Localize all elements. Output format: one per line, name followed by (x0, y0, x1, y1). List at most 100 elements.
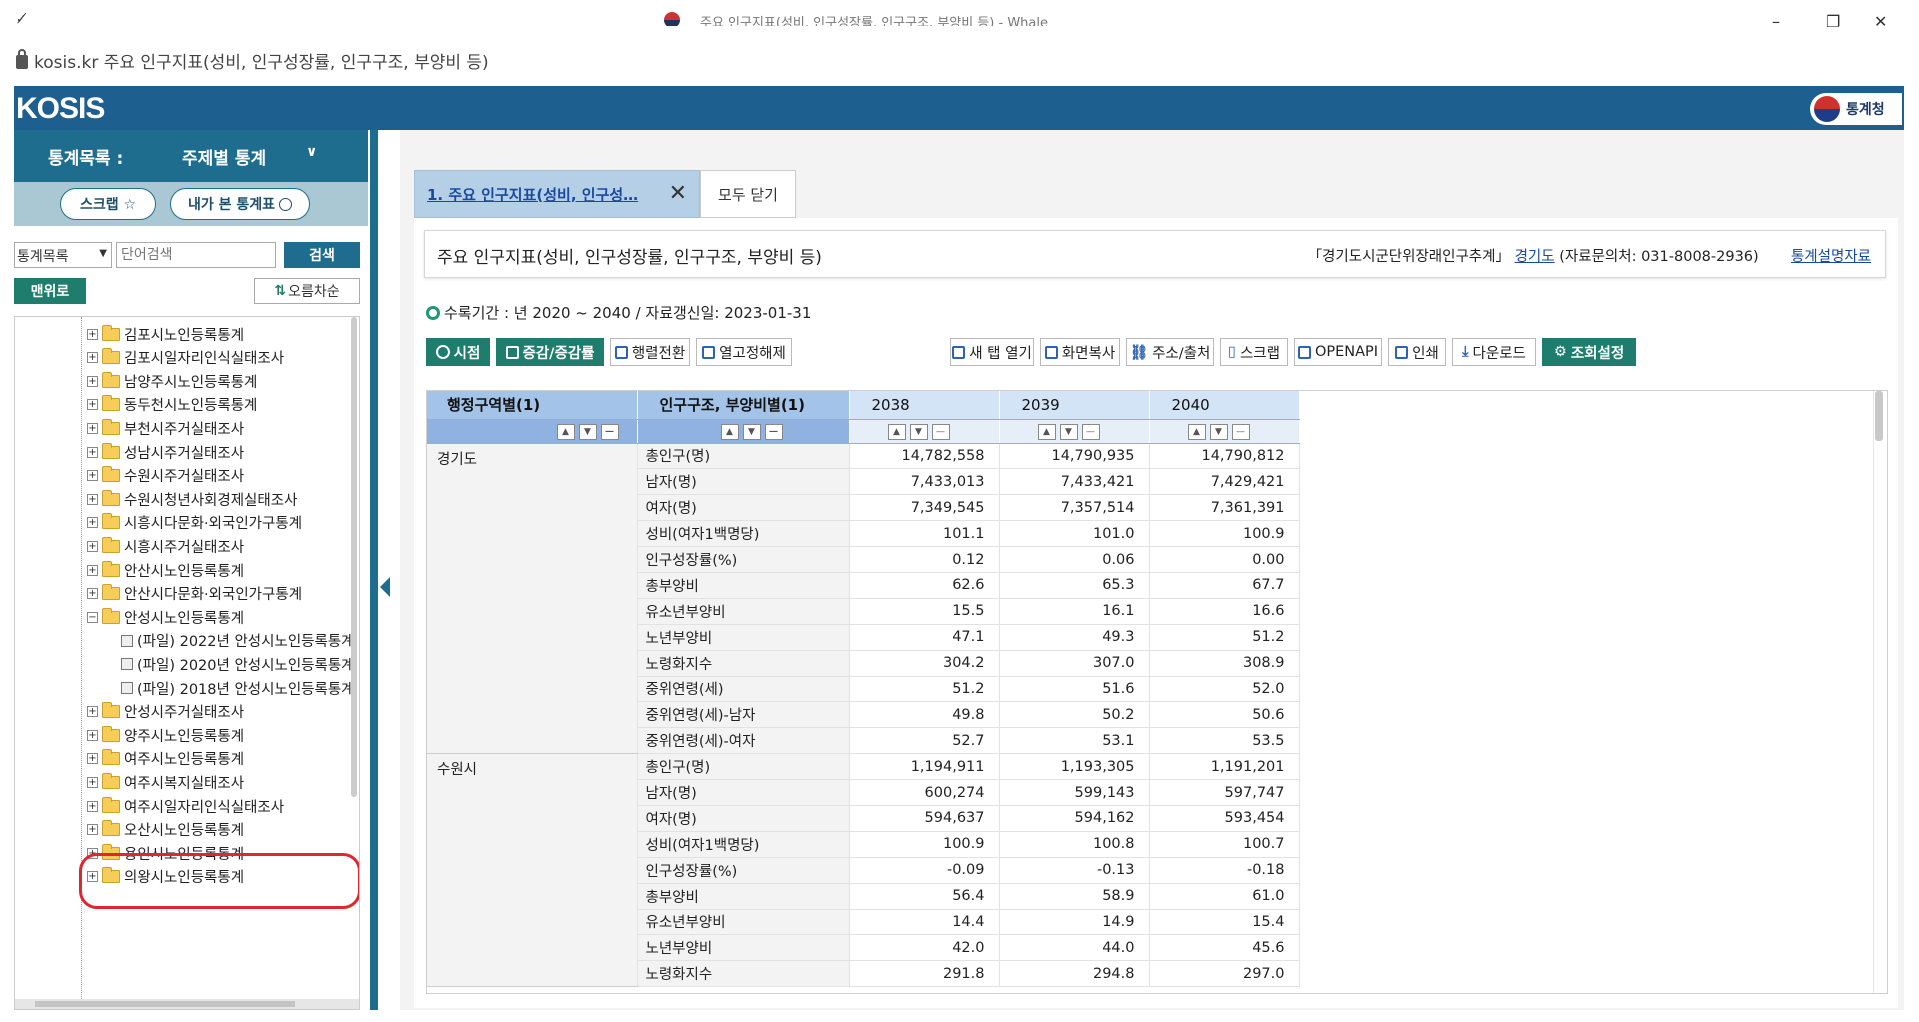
scrap-button[interactable]: 스크랩 ☆ (60, 188, 156, 220)
expand-icon[interactable]: + (87, 824, 98, 836)
tree-file[interactable]: (파일) 2020년 안성시노인등록통계 (121, 653, 355, 675)
tree-folder[interactable]: + 여주시복지실태조사 (87, 771, 244, 793)
minus-icon[interactable]: — (1231, 423, 1250, 440)
col-header-year[interactable]: 2038 (849, 391, 1000, 420)
screen-copy-button[interactable]: 화면복사 (1040, 338, 1120, 366)
kosis-logo[interactable]: KOSIS (16, 92, 105, 126)
tree-folder[interactable]: + 안성시주거실태조사 (87, 701, 244, 723)
tree-folder[interactable]: − 안성시노인등록통계 (87, 606, 244, 628)
col-header-year[interactable]: 2040 (1149, 391, 1300, 420)
print-button[interactable]: 인쇄 (1388, 338, 1446, 366)
expand-icon[interactable]: + (87, 753, 98, 765)
sort-asc-icon[interactable]: ▲ (1187, 423, 1206, 440)
tree-folder[interactable]: + 용인시노인등록통계 (87, 842, 244, 864)
sort-desc-icon[interactable]: ▼ (1059, 423, 1078, 440)
tree-folder[interactable]: + 성남시주거실태조사 (87, 441, 244, 463)
tab-population-indicators[interactable]: 1. 주요 인구지표(성비, 인구성… ✕ (414, 170, 700, 218)
close-all-tabs-button[interactable]: 모두 닫기 (700, 170, 796, 218)
expand-icon[interactable]: + (87, 375, 98, 387)
tree-folder[interactable]: + 오산시노인등록통계 (87, 819, 244, 841)
sort-desc-icon[interactable]: ▼ (578, 423, 597, 440)
expand-icon[interactable]: + (87, 352, 98, 364)
tree-folder[interactable]: + 김포시노인등록통계 (87, 323, 244, 345)
query-settings-button[interactable]: ⚙ 조회설정 (1542, 338, 1636, 366)
close-window-button[interactable]: ✕ (1874, 12, 1887, 31)
col-header-year[interactable]: 2039 (999, 391, 1150, 420)
tree-folder[interactable]: + 양주시노인등록통계 (87, 724, 244, 746)
minimize-button[interactable]: – (1772, 12, 1780, 31)
tree-folder[interactable]: + 동두천시노인등록통계 (87, 394, 257, 416)
window-menu-icon[interactable]: ✓̸ (16, 12, 27, 27)
tree-folder[interactable]: + 여주시일자리인식실태조사 (87, 795, 284, 817)
expand-icon[interactable]: + (87, 517, 98, 529)
tree-file[interactable]: (파일) 2022년 안성시노인등록통계 (121, 630, 355, 652)
grid-scrollbar-track[interactable] (1873, 391, 1885, 993)
history-button[interactable]: 내가 본 통계표 (170, 188, 310, 220)
expand-icon[interactable]: + (87, 540, 98, 552)
panel-splitter[interactable] (370, 130, 378, 1010)
tree-folder[interactable]: + 부천시주거실태조사 (87, 417, 244, 439)
expand-icon[interactable]: + (87, 588, 98, 600)
expand-icon[interactable]: + (87, 706, 98, 718)
sort-asc-icon[interactable]: ▲ (720, 423, 739, 440)
expand-icon[interactable]: + (87, 776, 98, 788)
minus-icon[interactable]: — (764, 423, 783, 440)
maximize-button[interactable]: ❐ (1826, 12, 1840, 31)
expand-icon[interactable]: + (87, 446, 98, 458)
tree-scroll-thumb[interactable] (35, 1001, 295, 1007)
chevron-down-icon[interactable]: ∨ (306, 144, 317, 160)
collapse-icon[interactable]: − (87, 611, 98, 623)
sort-asc-icon[interactable]: ▲ (1037, 423, 1056, 440)
expand-icon[interactable]: + (87, 422, 98, 434)
expand-icon[interactable]: + (87, 399, 98, 411)
tree-folder[interactable]: + 수원시청년사회경제실태조사 (87, 488, 297, 510)
expand-icon[interactable]: + (87, 564, 98, 576)
stat-list-menu[interactable]: 통계목록 : 주제별 통계 ∨ (14, 130, 368, 182)
menu-selected[interactable]: 주제별 통계 (182, 144, 266, 169)
tree-folder[interactable]: + 안산시다문화·외국인가구통계 (87, 583, 302, 605)
new-tab-button[interactable]: 새 탭 열기 (950, 338, 1034, 366)
stat-description-link[interactable]: 통계설명자료 (1791, 249, 1871, 265)
tree-folder[interactable]: + 시흥시주거실태조사 (87, 535, 244, 557)
expand-icon[interactable]: + (87, 800, 98, 812)
transpose-button[interactable]: 행렬전환 (610, 338, 690, 366)
source-org-link[interactable]: 경기도 (1515, 249, 1555, 265)
minus-icon[interactable]: — (1081, 423, 1100, 440)
tree-folder[interactable]: + 안산시노인등록통계 (87, 559, 244, 581)
download-button[interactable]: ⤓ 다운로드 (1452, 338, 1536, 366)
expand-icon[interactable]: + (87, 871, 98, 883)
sort-desc-icon[interactable]: ▼ (742, 423, 761, 440)
sijeom-button[interactable]: 시점 (426, 338, 490, 366)
address-bar[interactable]: kosis.kr 주요 인구지표(성비, 인구성장률, 인구구조, 부양비 등) (14, 48, 1904, 76)
statistics-korea-logo[interactable]: 통계청 (1810, 93, 1902, 125)
collapse-left-icon[interactable] (380, 577, 390, 597)
col-header-indicator[interactable]: 인구구조, 부양비별(1) (637, 391, 850, 420)
expand-icon[interactable]: + (87, 493, 98, 505)
search-input[interactable] (116, 242, 276, 268)
minus-icon[interactable]: — (931, 423, 950, 440)
address-source-button[interactable]: ⛓ 주소/출처 (1126, 338, 1214, 366)
tree-file[interactable]: (파일) 2018년 안성시노인등록통계 (121, 677, 355, 699)
grid-scrollbar-thumb[interactable] (1875, 391, 1883, 441)
sort-asc-icon[interactable]: ▲ (887, 423, 906, 440)
sort-ascending-button[interactable]: ⇅ 오름차순 (254, 278, 360, 304)
tab-label[interactable]: 1. 주요 인구지표(성비, 인구성… (427, 184, 657, 205)
sort-desc-icon[interactable]: ▼ (909, 423, 928, 440)
unfix-column-button[interactable]: 열고정해제 (696, 338, 792, 366)
openapi-button[interactable]: OPENAPI (1294, 338, 1382, 366)
minus-icon[interactable]: — (600, 423, 619, 440)
search-button[interactable]: 검색 (284, 242, 360, 268)
sort-asc-icon[interactable]: ▲ (556, 423, 575, 440)
tree-scrollbar[interactable] (351, 317, 357, 797)
tree-folder[interactable]: + 의왕시노인등록통계 (87, 866, 244, 888)
tree-folder[interactable]: + 김포시일자리인식실태조사 (87, 347, 284, 369)
close-tab-icon[interactable]: ✕ (669, 181, 687, 206)
tree-folder[interactable]: + 시흥시다문화·외국인가구통계 (87, 512, 302, 534)
scrap-toolbar-button[interactable]: ▯ 스크랩 (1220, 338, 1288, 366)
expand-icon[interactable]: + (87, 847, 98, 859)
scroll-top-button[interactable]: 맨위로 (14, 278, 86, 304)
tree-folder[interactable]: + 남양주시노인등록통계 (87, 370, 257, 392)
tree-folder[interactable]: + 여주시노인등록통계 (87, 748, 244, 770)
sort-desc-icon[interactable]: ▼ (1209, 423, 1228, 440)
expand-icon[interactable]: + (87, 328, 98, 340)
